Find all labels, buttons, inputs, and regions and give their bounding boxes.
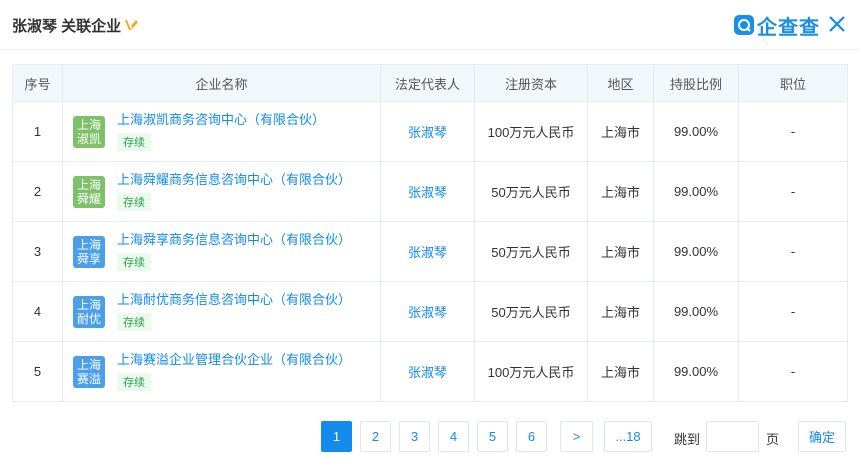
table-header-row: 序号 企业名称 法定代表人 注册资本 地区 持股比例 职位 — [12, 64, 848, 102]
legal-rep-link[interactable]: 张淑琴 — [408, 305, 447, 320]
page-button-5[interactable]: 5 — [477, 421, 508, 452]
shareholding-ratio: 99.00% — [653, 341, 739, 402]
position: - — [738, 281, 848, 342]
company-name-link[interactable]: 上海淑凯商务咨询中心（有限合伙） — [117, 109, 325, 128]
jump-page-input[interactable] — [706, 421, 759, 452]
region: 上海市 — [587, 161, 654, 222]
registered-capital: 100万元人民币 — [474, 341, 588, 402]
column-header-region: 地区 — [587, 64, 654, 102]
modal-header: 张淑琴 关联企业 企查查 — [0, 0, 859, 50]
registered-capital: 100万元人民币 — [474, 101, 588, 162]
last-page-button[interactable]: ...18 — [604, 421, 652, 452]
company-name-cell: 上海 淑凯 上海淑凯商务咨询中心（有限合伙） 存续 — [62, 101, 381, 162]
position: - — [738, 341, 848, 402]
page-button-4[interactable]: 4 — [438, 421, 469, 452]
region: 上海市 — [587, 221, 654, 282]
confirm-jump-button[interactable]: 确定 — [798, 421, 846, 452]
region: 上海市 — [587, 281, 654, 342]
company-name-cell: 上海 舜享 上海舜享商务信息咨询中心（有限合伙） 存续 — [62, 221, 381, 282]
table-row: 3 上海 舜享 上海舜享商务信息咨询中心（有限合伙） 存续 张淑琴 50万元人民… — [12, 221, 848, 282]
table-row: 2 上海 舜耀 上海舜耀商务信息咨询中心（有限合伙） 存续 张淑琴 50万元人民… — [12, 161, 848, 222]
pagination: 1 2 3 4 5 6 > ...18 跳到 页 确定 — [0, 421, 859, 453]
page-button-3[interactable]: 3 — [399, 421, 430, 452]
status-badge: 存续 — [117, 193, 151, 211]
shareholding-ratio: 99.00% — [653, 161, 739, 222]
position: - — [738, 101, 848, 162]
company-name-link[interactable]: 上海舜耀商务信息咨询中心（有限合伙） — [117, 169, 351, 188]
company-logo[interactable]: 上海 舜享 — [73, 235, 105, 268]
related-companies-table: 序号 企业名称 法定代表人 注册资本 地区 持股比例 职位 1 上海 淑凯 上海… — [12, 64, 848, 402]
region: 上海市 — [587, 101, 654, 162]
legal-rep-link[interactable]: 张淑琴 — [408, 185, 447, 200]
registered-capital: 50万元人民币 — [474, 281, 588, 342]
company-logo[interactable]: 上海 赛溢 — [73, 355, 105, 388]
column-header-legal-rep: 法定代表人 — [380, 64, 475, 102]
company-name-link[interactable]: 上海耐优商务信息咨询中心（有限合伙） — [117, 289, 351, 308]
legal-rep-link[interactable]: 张淑琴 — [408, 365, 447, 380]
column-header-index: 序号 — [12, 64, 63, 102]
brand-logo-icon — [734, 15, 754, 35]
jump-label: 跳到 — [674, 432, 701, 447]
shareholding-ratio: 99.00% — [653, 221, 739, 282]
row-index: 5 — [12, 341, 63, 402]
brand-name: 企查查 — [757, 16, 820, 39]
page-button-6[interactable]: 6 — [516, 421, 547, 452]
row-index: 2 — [12, 161, 63, 222]
registered-capital: 50万元人民币 — [474, 161, 588, 222]
company-name-cell: 上海 耐优 上海耐优商务信息咨询中心（有限合伙） 存续 — [62, 281, 381, 342]
column-header-ratio: 持股比例 — [653, 64, 739, 102]
company-name-link[interactable]: 上海舜享商务信息咨询中心（有限合伙） — [117, 229, 351, 248]
column-header-position: 职位 — [738, 64, 848, 102]
status-badge: 存续 — [117, 313, 151, 331]
page-button-1[interactable]: 1 — [321, 421, 352, 452]
shareholding-ratio: 99.00% — [653, 281, 739, 342]
shareholding-ratio: 99.00% — [653, 101, 739, 162]
row-index: 3 — [12, 221, 63, 282]
company-logo[interactable]: 上海 舜耀 — [73, 175, 105, 208]
company-logo[interactable]: 上海 耐优 — [73, 295, 105, 328]
position: - — [738, 161, 848, 222]
row-index: 4 — [12, 281, 63, 342]
legal-rep-link[interactable]: 张淑琴 — [408, 125, 447, 140]
close-icon[interactable] — [827, 14, 847, 34]
status-badge: 存续 — [117, 373, 151, 391]
column-header-capital: 注册资本 — [474, 64, 588, 102]
brand-logo: 企查查 — [734, 12, 820, 39]
column-header-company-name: 企业名称 — [62, 64, 381, 102]
table-row: 1 上海 淑凯 上海淑凯商务咨询中心（有限合伙） 存续 张淑琴 100万元人民币… — [12, 101, 848, 162]
table-row: 5 上海 赛溢 上海赛溢企业管理合伙企业（有限合伙） 存续 张淑琴 100万元人… — [12, 341, 848, 402]
status-badge: 存续 — [117, 253, 151, 271]
company-name-cell: 上海 舜耀 上海舜耀商务信息咨询中心（有限合伙） 存续 — [62, 161, 381, 222]
row-index: 1 — [12, 101, 63, 162]
region: 上海市 — [587, 341, 654, 402]
legal-rep-link[interactable]: 张淑琴 — [408, 245, 447, 260]
company-name-cell: 上海 赛溢 上海赛溢企业管理合伙企业（有限合伙） 存续 — [62, 341, 381, 402]
status-badge: 存续 — [117, 133, 151, 151]
position: - — [738, 221, 848, 282]
table-row: 4 上海 耐优 上海耐优商务信息咨询中心（有限合伙） 存续 张淑琴 50万元人民… — [12, 281, 848, 342]
registered-capital: 50万元人民币 — [474, 221, 588, 282]
page-button-2[interactable]: 2 — [360, 421, 391, 452]
company-name-link[interactable]: 上海赛溢企业管理合伙企业（有限合伙） — [117, 349, 351, 368]
page-unit-label: 页 — [766, 432, 780, 447]
next-page-button[interactable]: > — [560, 421, 593, 452]
company-logo[interactable]: 上海 淑凯 — [73, 115, 105, 148]
modal-title: 张淑琴 关联企业 — [12, 18, 122, 35]
edit-icon[interactable] — [123, 17, 139, 33]
